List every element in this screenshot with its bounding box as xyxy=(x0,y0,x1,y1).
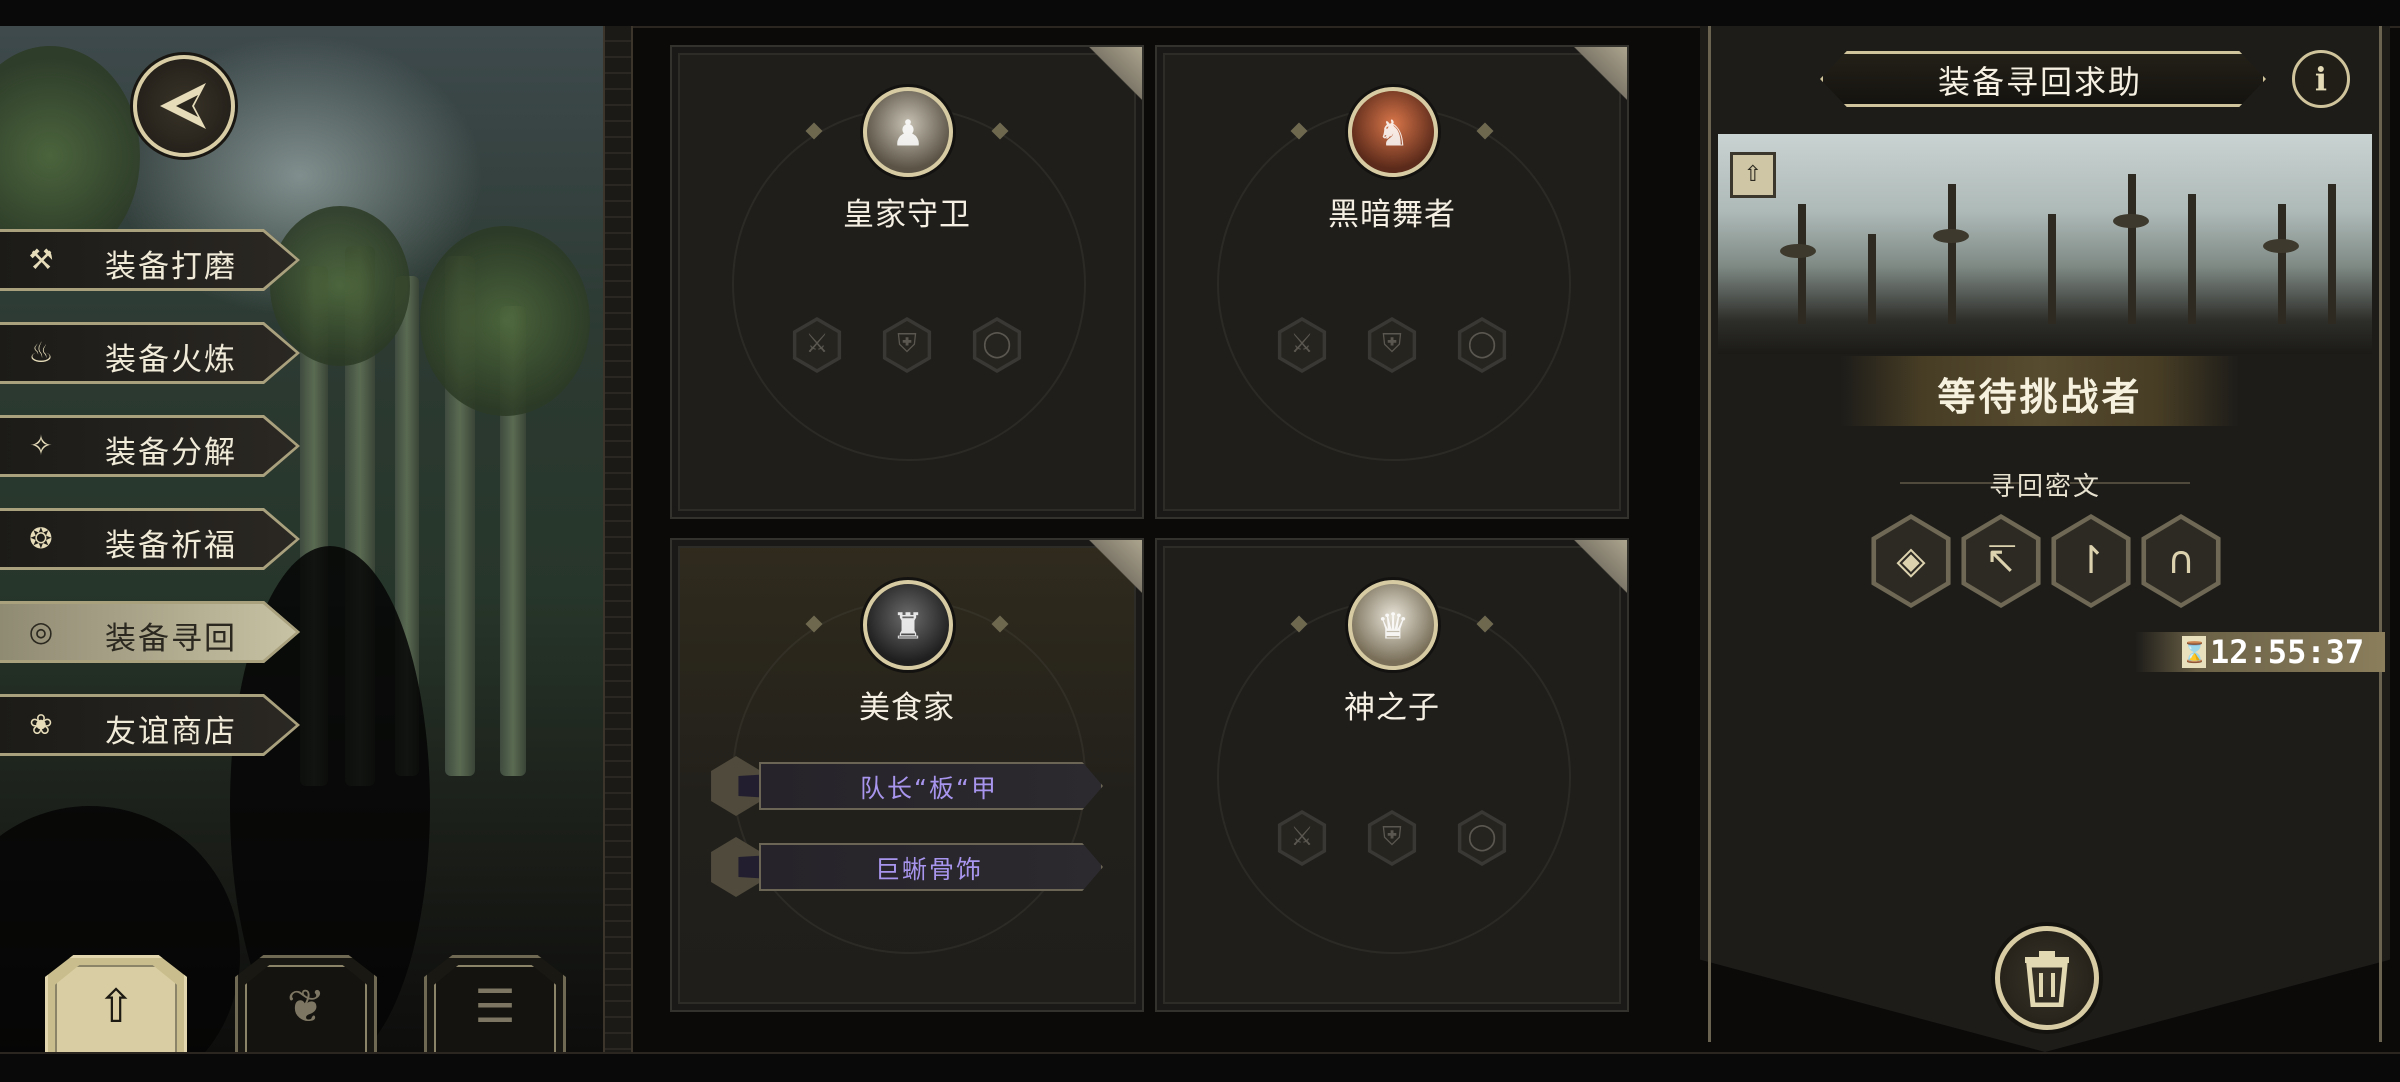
equipment-item[interactable]: ⛨ 队长“板“甲 xyxy=(707,756,1107,816)
top-frame xyxy=(0,0,2400,28)
hourglass-icon: ⌛ xyxy=(2182,636,2207,668)
info-button[interactable]: i xyxy=(2292,50,2350,108)
flame-icon: ♨ xyxy=(28,336,54,369)
tab-upload[interactable]: ⇧ xyxy=(45,955,187,1055)
menu-item-label: 装备打磨 xyxy=(105,249,237,285)
equipment-name: 巨蜥骨饰 xyxy=(874,855,983,884)
challenge-status: 等待挑战者 xyxy=(1937,375,2143,419)
bottom-frame xyxy=(0,1052,2400,1082)
retrieve-help-panel: 装备寻回求助 i ⇧ 等待挑战者 寻回密文 ◈ ↸ ↾ ∩ ⌛ 12:55:37 xyxy=(1700,26,2390,1052)
dark-dancer-portrait: ♞ xyxy=(1348,87,1438,177)
delete-button[interactable] xyxy=(1995,926,2099,1030)
hero-name: 黑暗舞者 xyxy=(1328,197,1456,233)
menu-item-polish[interactable]: ⚒ 装备打磨 xyxy=(0,229,300,291)
sword-slot-icon: ⚔ xyxy=(1290,329,1314,359)
hero-card-gourmet[interactable]: ♜ 美食家 ⛨ 队长“板“甲 ◯ 巨蜥骨饰 xyxy=(670,538,1144,1012)
menu-item-forge[interactable]: ♨ 装备火炼 xyxy=(0,322,300,384)
menu-item-retrieve[interactable]: ◎ 装备寻回 xyxy=(0,601,300,663)
back-button[interactable] xyxy=(133,55,235,157)
tab-list[interactable]: ☰ xyxy=(424,955,566,1055)
ring-slot[interactable]: ◯ xyxy=(969,317,1025,373)
child-of-god-portrait: ♛ xyxy=(1348,580,1438,670)
feather-icon: ❦ xyxy=(286,979,326,1033)
rune-3-icon: ↾ xyxy=(2075,538,2107,582)
armor-slot[interactable]: ⛨ xyxy=(1364,810,1420,866)
armor-slot-icon: ⛨ xyxy=(1382,329,1402,359)
hero-name: 美食家 xyxy=(859,690,955,726)
menu-item-friendship-shop[interactable]: ❀ 友谊商店 xyxy=(0,694,300,756)
fox-icon: ❀ xyxy=(29,708,53,741)
weapon-slot[interactable]: ⚔ xyxy=(789,317,845,373)
cipher-rune[interactable]: ∩ xyxy=(2138,514,2224,608)
trash-icon xyxy=(2025,951,2069,1007)
foliage-decoration xyxy=(420,226,590,416)
menu-item-dismantle[interactable]: ✧ 装备分解 xyxy=(0,415,300,477)
rune-2-icon: ↸ xyxy=(1985,538,2017,582)
card-corner-decoration xyxy=(1549,540,1627,618)
hero-name: 皇家守卫 xyxy=(843,197,971,233)
equipment-item[interactable]: ◯ 巨蜥骨饰 xyxy=(707,837,1107,897)
armor-slot[interactable]: ⛨ xyxy=(879,317,935,373)
ring-slot-icon: ◯ xyxy=(1467,822,1497,852)
hero-name: 神之子 xyxy=(1344,690,1440,726)
gourmet-portrait: ♜ xyxy=(863,580,953,670)
weapon-slot[interactable]: ⚔ xyxy=(1274,810,1330,866)
rune-1-icon: ◈ xyxy=(1896,538,1926,582)
sword-slot-icon: ⚔ xyxy=(1290,822,1314,852)
ring-slot[interactable]: ◯ xyxy=(1454,317,1510,373)
menu-item-label: 装备火炼 xyxy=(105,342,237,378)
upload-icon: ⇧ xyxy=(1743,162,1763,187)
list-icon: ☰ xyxy=(474,979,516,1033)
armor-slot-icon: ⛨ xyxy=(897,329,917,359)
tab-feather[interactable]: ❦ xyxy=(235,955,377,1055)
rune-4-icon: ∩ xyxy=(2167,538,2195,582)
upload-icon: ⇧ xyxy=(96,979,136,1033)
equipment-name: 队长“板“甲 xyxy=(860,774,998,803)
menu-item-label: 装备寻回 xyxy=(105,621,237,657)
cipher-rune[interactable]: ↾ xyxy=(2048,514,2134,608)
card-corner-decoration xyxy=(1064,47,1142,125)
menu-item-label: 友谊商店 xyxy=(105,714,237,750)
hammer-icon: ⚒ xyxy=(28,243,54,276)
panel-divider xyxy=(603,26,633,1052)
info-icon: i xyxy=(2314,60,2328,98)
menu-item-label: 装备分解 xyxy=(105,435,237,471)
target-icon: ◎ xyxy=(28,615,54,648)
weapon-slot[interactable]: ⚔ xyxy=(1274,317,1330,373)
armor-slot[interactable]: ⛨ xyxy=(1364,317,1420,373)
cipher-rune[interactable]: ↸ xyxy=(1958,514,2044,608)
menu-item-bless[interactable]: ❂ 装备祈福 xyxy=(0,508,300,570)
pray-hands-icon: ❂ xyxy=(29,522,53,555)
back-arrow-icon xyxy=(160,83,206,129)
cipher-rune[interactable]: ◈ xyxy=(1868,514,1954,608)
card-corner-decoration xyxy=(1064,540,1142,618)
hero-card-dark-dancer[interactable]: ♞ 黑暗舞者 ⚔ ⛨ ◯ xyxy=(1155,45,1629,519)
countdown-timer: 12:55:37 xyxy=(2210,633,2365,671)
menu-item-label: 装备祈福 xyxy=(105,528,237,564)
hero-card-royal-guard[interactable]: ♟ 皇家守卫 ⚔ ⛨ ◯ xyxy=(670,45,1144,519)
dismantle-icon: ✧ xyxy=(29,429,53,462)
armor-slot-icon: ⛨ xyxy=(1382,822,1402,852)
ring-slot-icon: ◯ xyxy=(1467,329,1497,359)
card-corner-decoration xyxy=(1549,47,1627,125)
share-button[interactable]: ⇧ xyxy=(1730,152,1776,198)
cipher-section-label: 寻回密文 xyxy=(1988,472,2101,502)
panel-title: 装备寻回求助 xyxy=(1937,63,2142,101)
royal-guard-portrait: ♟ xyxy=(863,87,953,177)
ring-slot[interactable]: ◯ xyxy=(1454,810,1510,866)
sword-slot-icon: ⚔ xyxy=(805,329,829,359)
ring-slot-icon: ◯ xyxy=(982,329,1012,359)
hero-card-child-of-god[interactable]: ♛ 神之子 ⚔ ⛨ ◯ xyxy=(1155,538,1629,1012)
challenge-scene-image: ⇧ xyxy=(1718,134,2372,354)
